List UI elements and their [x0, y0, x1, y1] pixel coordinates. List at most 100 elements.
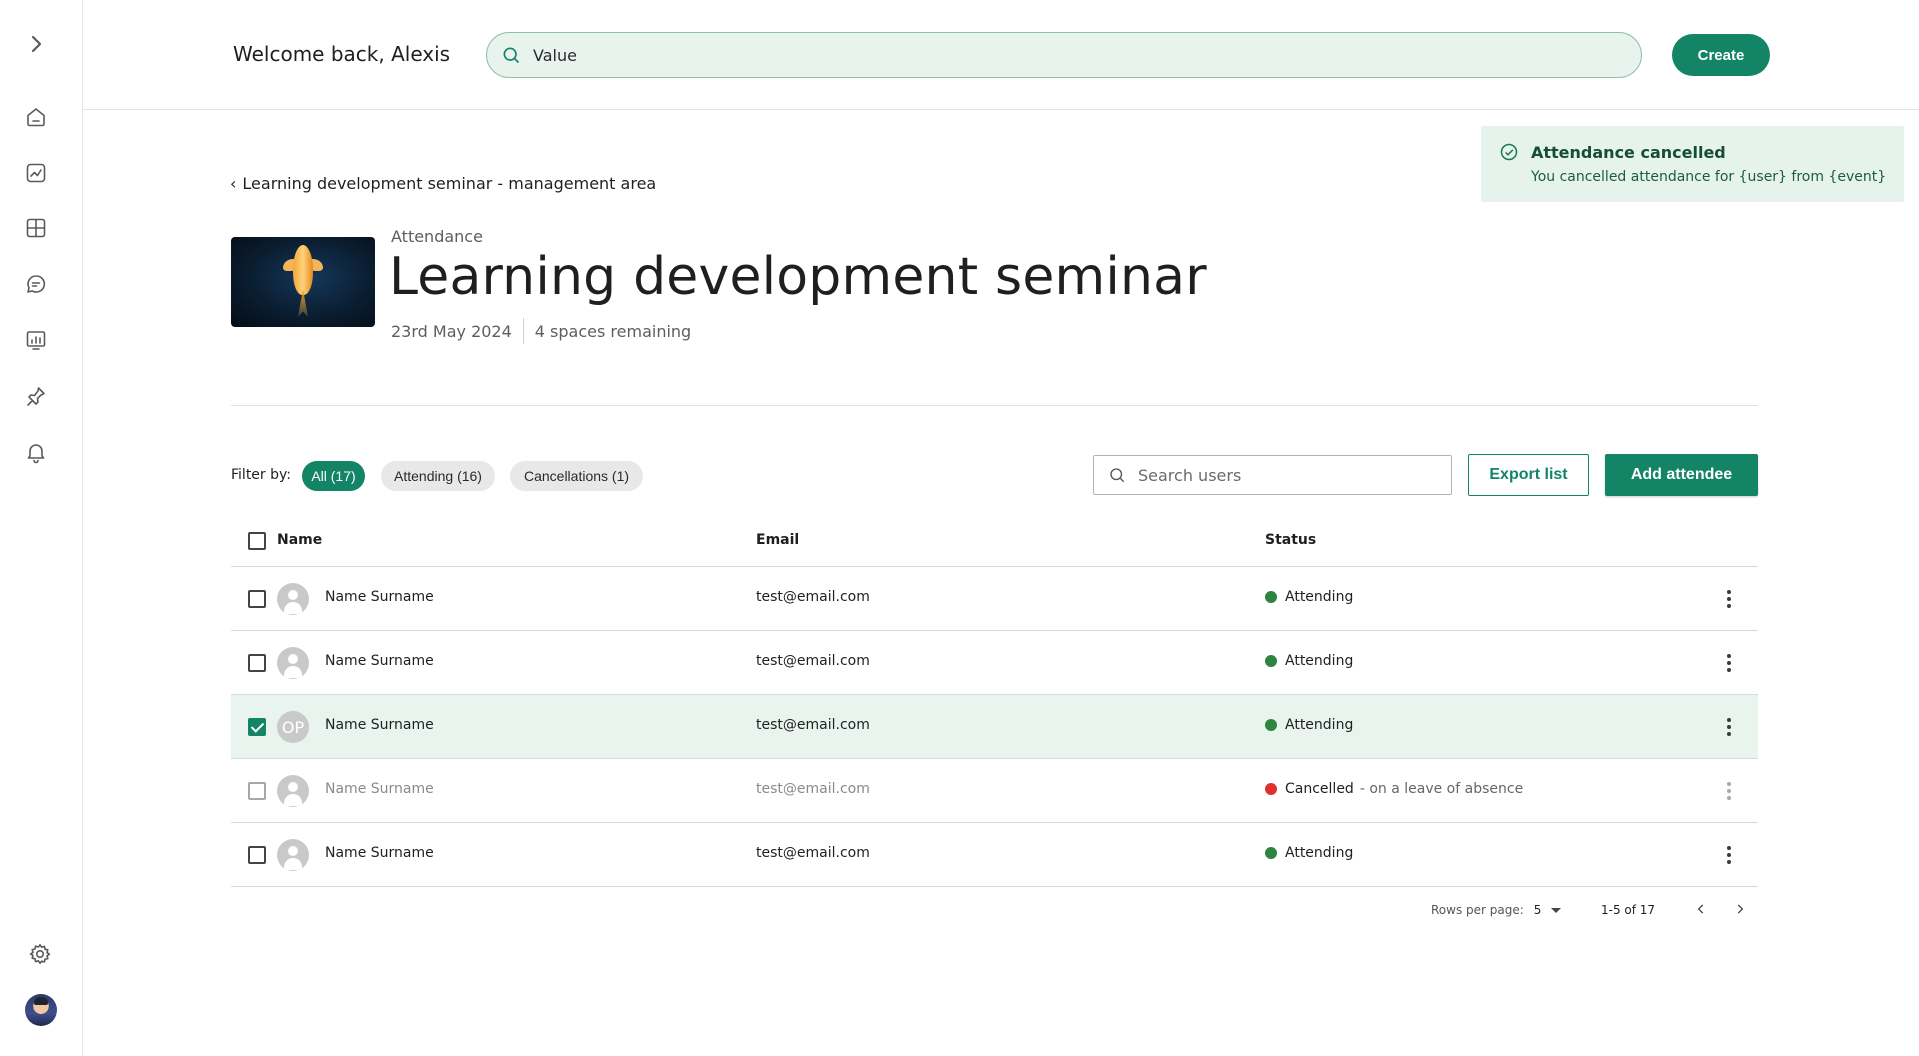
- pin-icon: [27, 387, 45, 406]
- column-header-email[interactable]: Email: [756, 532, 799, 548]
- pagination-range: 1-5 of 17: [1601, 903, 1656, 917]
- status-note: - on a leave of absence: [1359, 781, 1524, 797]
- check-circle-icon: [1499, 142, 1519, 162]
- sidebar-item-home[interactable]: [22, 103, 50, 131]
- cell-email: test@email.com: [756, 781, 870, 797]
- row-more-options-icon[interactable]: [1717, 715, 1741, 739]
- select-all-checkbox[interactable]: [248, 532, 266, 550]
- avatar: [277, 583, 309, 615]
- settings-button[interactable]: [26, 940, 54, 968]
- event-meta: 23rd May 2024 4 spaces remaining: [391, 318, 691, 344]
- rows-per-page-label: Rows per page:: [1431, 903, 1524, 917]
- row-checkbox[interactable]: [248, 590, 266, 608]
- chart-icon: [26, 163, 46, 183]
- toast-title: Attendance cancelled: [1531, 143, 1726, 162]
- avatar: [277, 647, 309, 679]
- row-more-options-icon[interactable]: [1717, 651, 1741, 675]
- status-dot: [1265, 847, 1277, 859]
- chevron-right-icon: [31, 35, 42, 53]
- next-page-button[interactable]: [1730, 899, 1750, 919]
- create-button[interactable]: Create: [1672, 34, 1770, 76]
- table-row[interactable]: Name Surname test@email.com Attending: [231, 823, 1758, 887]
- pagination: Rows per page: 5 1-5 of 17: [1431, 903, 1744, 917]
- row-more-options-icon[interactable]: [1717, 779, 1741, 803]
- row-checkbox[interactable]: [248, 782, 266, 800]
- chevron-right-icon: [1737, 904, 1744, 914]
- table-row[interactable]: Name Surname test@email.com Attending: [231, 567, 1758, 631]
- previous-page-button[interactable]: [1691, 899, 1711, 919]
- search-icon: [503, 47, 520, 64]
- cell-name: Name Surname: [325, 845, 434, 861]
- meta-divider: [522, 318, 524, 344]
- breadcrumb-label: Learning development seminar - managemen…: [242, 174, 657, 193]
- avatar: OP: [277, 711, 309, 743]
- status-badge: Attending: [1265, 717, 1353, 733]
- filter-label: Filter by:: [231, 467, 291, 483]
- welcome-message: Welcome back, Alexis: [233, 42, 451, 66]
- status-dot: [1265, 655, 1277, 667]
- avatar: [277, 839, 309, 871]
- event-date: 23rd May 2024: [391, 321, 512, 341]
- row-checkbox[interactable]: [248, 718, 266, 736]
- row-checkbox[interactable]: [248, 846, 266, 864]
- table-row[interactable]: Name Surname test@email.com Cancelled - on …: [231, 759, 1758, 823]
- top-header: Welcome back, Alexis Value Create: [83, 0, 1919, 110]
- breadcrumb-back-link[interactable]: ‹ Learning development seminar - managem…: [230, 174, 656, 193]
- status-badge: Cancelled - on a leave of absence: [1265, 781, 1523, 797]
- cell-email: test@email.com: [756, 717, 870, 733]
- search-users-placeholder: Search users: [1138, 465, 1242, 485]
- sidebar-item-pinned[interactable]: [22, 382, 50, 410]
- attendee-table: Name Email Status Name Surname test@email…: [231, 515, 1758, 887]
- cell-name: Name Surname: [325, 653, 434, 669]
- row-more-options-icon[interactable]: [1717, 587, 1741, 611]
- status-label: Attending: [1285, 653, 1354, 669]
- filter-chip-attending[interactable]: Attending (16): [381, 461, 495, 491]
- expand-sidebar-button[interactable]: [22, 30, 50, 58]
- grid-icon: [26, 218, 46, 238]
- filter-chip-all[interactable]: All (17): [302, 461, 365, 491]
- global-search-input[interactable]: Value: [486, 32, 1642, 78]
- filter-chip-cancellations[interactable]: Cancellations (1): [510, 461, 643, 491]
- toast-message: You cancelled attendance for {user} from…: [1531, 169, 1887, 185]
- caret-down-icon[interactable]: [1551, 907, 1562, 913]
- user-avatar[interactable]: [25, 994, 57, 1026]
- home-icon: [27, 108, 45, 127]
- chevron-left-icon: ‹: [230, 174, 237, 193]
- bell-icon: [27, 444, 45, 464]
- add-attendee-button[interactable]: Add attendee: [1605, 454, 1758, 496]
- chat-icon: [27, 275, 46, 293]
- column-header-status[interactable]: Status: [1265, 532, 1316, 548]
- status-badge: Attending: [1265, 653, 1353, 669]
- cell-email: test@email.com: [756, 589, 870, 605]
- sidebar-item-reports[interactable]: [22, 326, 50, 354]
- rows-per-page-select[interactable]: 5: [1534, 903, 1542, 917]
- sidebar-item-layout[interactable]: [22, 214, 50, 242]
- status-label: Attending: [1285, 845, 1354, 861]
- sidebar-item-analytics[interactable]: [22, 159, 50, 187]
- search-users-input[interactable]: Search users: [1093, 455, 1452, 495]
- success-toast: Attendance cancelled You cancelled atten…: [1481, 126, 1904, 202]
- status-badge: Attending: [1265, 845, 1353, 861]
- global-search-value: Value: [533, 45, 577, 65]
- avatar: [277, 775, 309, 807]
- row-more-options-icon[interactable]: [1717, 843, 1741, 867]
- section-divider: [231, 405, 1758, 406]
- export-list-button[interactable]: Export list: [1468, 454, 1589, 496]
- column-header-name[interactable]: Name: [277, 532, 322, 548]
- page-title: Learning development seminar: [389, 247, 1207, 307]
- table-header: Name Email Status: [231, 515, 1758, 567]
- cell-name: Name Surname: [325, 781, 434, 797]
- report-icon: [26, 331, 46, 350]
- sidebar-item-notifications[interactable]: [22, 438, 50, 466]
- search-icon: [1110, 468, 1125, 483]
- table-row[interactable]: OP Name Surname test@email.com Attending: [231, 695, 1758, 759]
- table-row[interactable]: Name Surname test@email.com Attending: [231, 631, 1758, 695]
- sidebar-item-messages[interactable]: [22, 270, 50, 298]
- status-label: Cancelled: [1285, 781, 1354, 797]
- chevron-left-icon: [1697, 904, 1704, 914]
- cell-email: test@email.com: [756, 653, 870, 669]
- row-checkbox[interactable]: [248, 654, 266, 672]
- cell-email: test@email.com: [756, 845, 870, 861]
- status-dot: [1265, 719, 1277, 731]
- cell-name: Name Surname: [325, 589, 434, 605]
